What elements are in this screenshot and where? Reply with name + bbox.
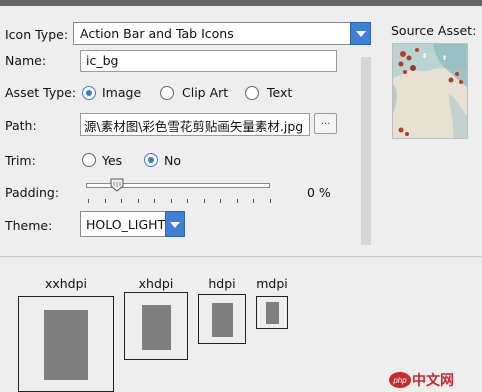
- preview-frame-xxhdpi: [18, 296, 114, 392]
- asset-type-clipart-radio[interactable]: [160, 86, 174, 100]
- path-field[interactable]: 源\素材图\彩色雪花剪贴画矢量素材.jpg: [80, 113, 310, 136]
- source-asset-preview: [392, 43, 468, 139]
- theme-select[interactable]: HOLO_LIGHT: [80, 211, 185, 237]
- path-label: Path:: [5, 118, 37, 133]
- slider-tick: [220, 199, 221, 203]
- source-asset-label: Source Asset:: [391, 23, 477, 38]
- padding-label: Padding:: [5, 185, 60, 200]
- slider-tick: [88, 199, 89, 203]
- trim-no-radio[interactable]: [144, 153, 158, 167]
- trim-yes-radio[interactable]: [82, 153, 96, 167]
- padding-slider-thumb[interactable]: [110, 178, 124, 192]
- preview-label-xhdpi: xhdpi: [138, 276, 174, 291]
- snowflake-image: [393, 44, 467, 138]
- preview-frame-mdpi: [256, 296, 288, 329]
- slider-tick: [171, 199, 172, 203]
- icon-type-select[interactable]: Action Bar and Tab Icons: [73, 22, 371, 45]
- preview-label-xxhdpi: xxhdpi: [44, 276, 88, 291]
- preview-frame-hdpi: [198, 294, 246, 344]
- preview-frame-xhdpi: [124, 292, 188, 360]
- svg-text:php: php: [392, 376, 407, 385]
- asset-type-label: Asset Type:: [5, 85, 77, 100]
- section-divider: [0, 256, 482, 257]
- asset-type-image-radio[interactable]: [82, 86, 96, 100]
- preview-icon-xhdpi: [142, 305, 171, 350]
- asset-type-clipart-label[interactable]: Clip Art: [182, 85, 228, 100]
- asset-type-text-label[interactable]: Text: [267, 85, 292, 100]
- trim-no-label[interactable]: No: [164, 153, 181, 168]
- slider-tick: [121, 199, 122, 203]
- slider-tick: [270, 199, 271, 203]
- preview-icon-hdpi: [212, 303, 233, 337]
- icon-type-value: Action Bar and Tab Icons: [80, 26, 234, 41]
- slider-tick: [237, 199, 238, 203]
- browse-button[interactable]: ...: [314, 113, 337, 134]
- name-label: Name:: [5, 53, 47, 68]
- watermark: php 中文网: [388, 370, 482, 389]
- trim-label: Trim:: [5, 153, 36, 168]
- asset-type-image-label[interactable]: Image: [102, 85, 141, 100]
- preview-label-hdpi: hdpi: [208, 276, 236, 291]
- theme-label: Theme:: [5, 218, 53, 233]
- slider-tick: [138, 199, 139, 203]
- theme-value: HOLO_LIGHT: [86, 217, 166, 232]
- preview-icon-mdpi: [266, 302, 279, 324]
- slider-tick: [105, 199, 106, 203]
- slider-tick: [253, 199, 254, 203]
- asset-type-text-radio[interactable]: [245, 86, 259, 100]
- watermark-text: 中文网: [412, 373, 454, 389]
- icon-type-label: Icon Type:: [5, 27, 69, 42]
- name-field[interactable]: ic_bg: [80, 50, 337, 72]
- trim-yes-label[interactable]: Yes: [102, 153, 122, 168]
- slider-tick: [204, 199, 205, 203]
- padding-value: 0 %: [307, 185, 331, 200]
- slider-tick: [187, 199, 188, 203]
- window-top-bar: [0, 0, 482, 6]
- form-scrollbar[interactable]: [361, 57, 371, 245]
- preview-icon-xxhdpi: [44, 310, 88, 380]
- preview-label-mdpi: mdpi: [256, 276, 288, 291]
- chevron-down-icon[interactable]: [350, 22, 371, 45]
- php-logo-icon: php: [389, 372, 411, 388]
- chevron-down-icon[interactable]: [165, 211, 185, 237]
- slider-tick: [154, 199, 155, 203]
